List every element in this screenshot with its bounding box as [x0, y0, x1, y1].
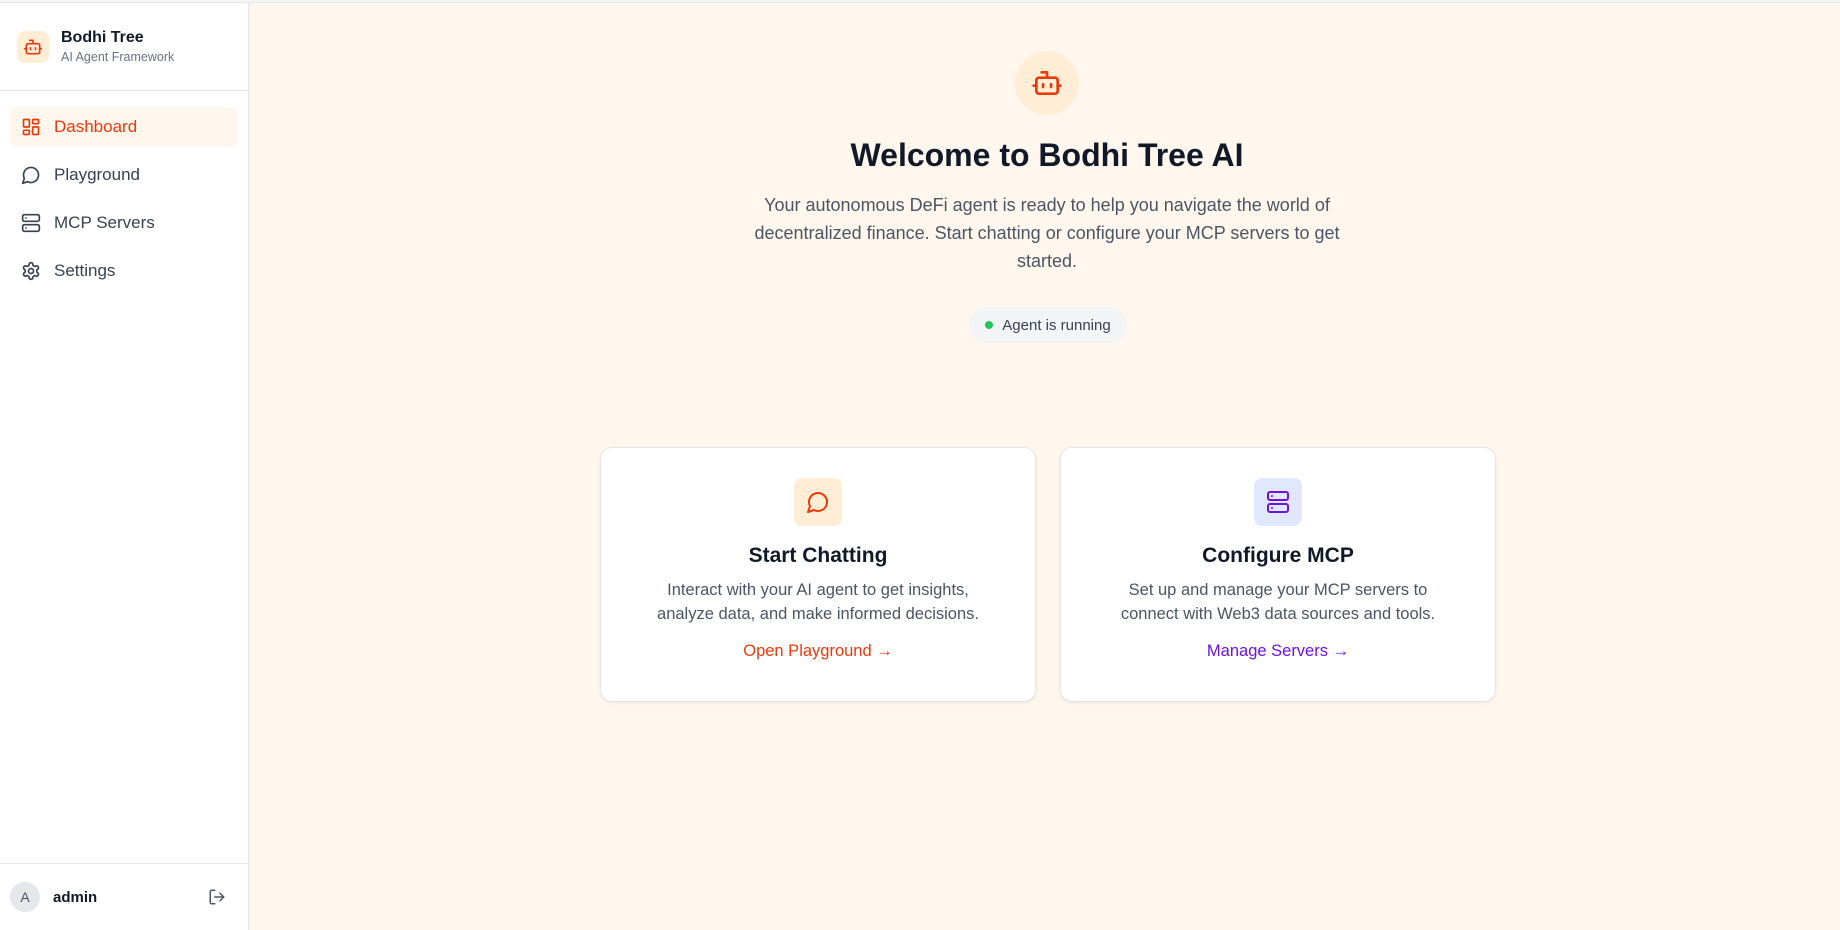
status-badge: Agent is running	[969, 307, 1127, 343]
user-name: admin	[53, 888, 98, 906]
main-content: Welcome to Bodhi Tree AI Your autonomous…	[249, 3, 1840, 930]
page-title: Welcome to Bodhi Tree AI	[850, 137, 1244, 173]
card-title: Start Chatting	[748, 544, 888, 567]
gear-icon	[22, 261, 40, 281]
card-title: Configure MCP	[1202, 544, 1354, 567]
sidebar-item-label: Dashboard	[54, 117, 138, 136]
manage-servers-link[interactable]: Manage Servers →	[1207, 642, 1349, 661]
user-section: A admin	[0, 863, 248, 930]
sidebar-item-label: Settings	[54, 261, 116, 280]
chat-bubble-icon	[794, 478, 842, 526]
brand-name: Bodhi Tree	[61, 29, 144, 46]
sidebar-item-label: MCP Servers	[54, 213, 155, 232]
sidebar-item-settings[interactable]: Settings	[10, 251, 238, 291]
brand-header: Bodhi Tree AI Agent Framework	[0, 3, 248, 91]
sidebar-item-playground[interactable]: Playground	[10, 155, 238, 195]
sidebar-nav: Dashboard Playground MCP Servers Setting…	[0, 91, 248, 315]
card-description: Set up and manage your MCP servers to co…	[1120, 581, 1436, 623]
start-chatting-card[interactable]: Start Chatting Interact with your AI age…	[600, 447, 1036, 702]
sidebar-item-mcp-servers[interactable]: MCP Servers	[10, 203, 238, 243]
robot-icon	[1015, 51, 1079, 115]
server-icon	[1254, 478, 1302, 526]
logout-icon[interactable]	[208, 888, 226, 906]
hero-description: Your autonomous DeFi agent is ready to h…	[754, 195, 1340, 271]
card-description: Interact with your AI agent to get insig…	[657, 581, 979, 623]
configure-mcp-card[interactable]: Configure MCP Set up and manage your MCP…	[1060, 447, 1496, 702]
sidebar-item-label: Playground	[54, 165, 141, 184]
open-playground-link[interactable]: Open Playground →	[743, 642, 893, 661]
status-dot-icon	[985, 321, 994, 329]
chat-bubble-icon	[21, 166, 40, 185]
dashboard-icon	[22, 118, 40, 136]
robot-icon	[17, 30, 49, 63]
brand-subtitle: AI Agent Framework	[61, 50, 175, 64]
status-text: Agent is running	[1002, 316, 1111, 334]
sidebar-item-dashboard[interactable]: Dashboard	[10, 107, 238, 147]
server-icon	[21, 213, 41, 233]
avatar[interactable]: A	[10, 882, 40, 912]
sidebar: Bodhi Tree AI Agent Framework Dashboard …	[0, 3, 249, 930]
